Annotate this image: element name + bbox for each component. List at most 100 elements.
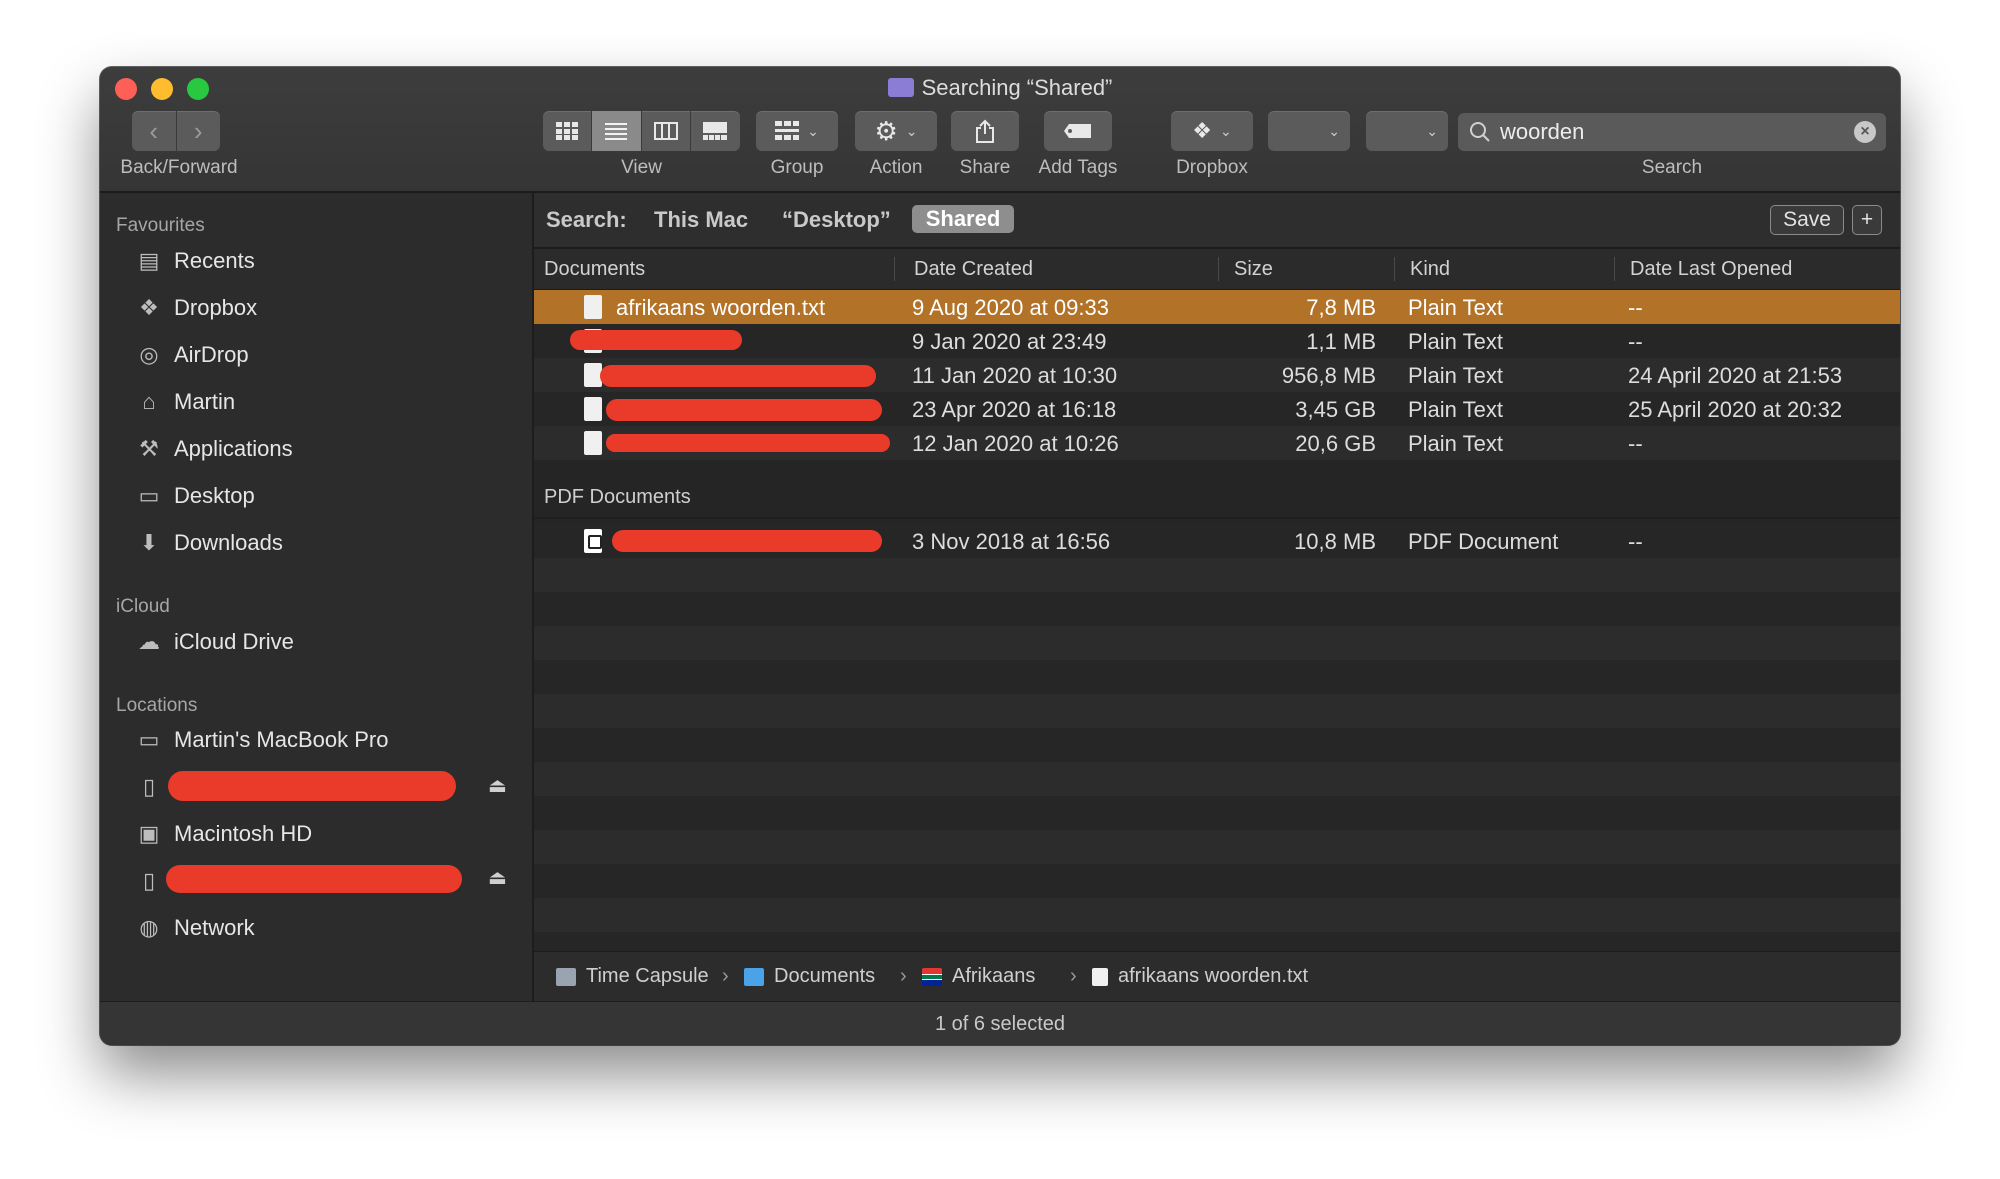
redaction-mark (600, 365, 876, 387)
path-chevron-icon: › (722, 965, 729, 987)
sidebar-item-airdrop[interactable]: ◎ AirDrop (134, 337, 248, 373)
table-row[interactable]: afrikaans woorden.txt 9 Aug 2020 at 09:3… (534, 290, 1900, 324)
chevron-down-icon: ⌄ (1426, 122, 1438, 139)
back-forward-control: ‹ › (132, 111, 220, 151)
airdrop-icon: ◎ (139, 342, 159, 367)
empty-row (534, 830, 1900, 864)
date-created: 3 Nov 2018 at 16:56 (912, 529, 1111, 554)
table-row[interactable]: 11 Jan 2020 at 10:30 956,8 MB Plain Text… (534, 358, 1900, 392)
sidebar-section-icloud: iCloud (116, 596, 170, 617)
status-bar: 1 of 6 selected (100, 1001, 1900, 1045)
date-last-opened: -- (1628, 295, 1643, 320)
chevron-down-icon: ⌄ (807, 122, 819, 139)
chevron-down-icon: ⌄ (1328, 122, 1340, 139)
add-criteria-button[interactable]: + (1852, 205, 1882, 235)
back-button[interactable]: ‹ (132, 111, 177, 151)
sidebar-item-desktop[interactable]: ▭ Desktop (134, 478, 255, 514)
path-item-afrikaans[interactable]: Afrikaans (922, 965, 1035, 988)
empty-row (534, 762, 1900, 796)
search-scope-label: Search: (546, 207, 627, 232)
empty-row (534, 898, 1900, 932)
path-chevron-icon: › (1070, 965, 1077, 987)
column-view-icon[interactable] (642, 111, 691, 151)
extension-dropdown-2[interactable]: ⌄ (1366, 111, 1448, 151)
path-item-time-capsule[interactable]: Time Capsule (556, 965, 709, 988)
text-file-icon (584, 431, 602, 455)
finder-window: Searching “Shared” ‹ › Back/Forward View… (100, 67, 1900, 1045)
search-input[interactable] (1498, 118, 1842, 146)
column-divider[interactable] (1614, 257, 1615, 281)
globe-icon: ◍ (139, 915, 159, 940)
column-divider[interactable] (1218, 257, 1219, 281)
table-row[interactable]: 12 Jan 2020 at 10:26 20,6 GB Plain Text … (534, 426, 1900, 460)
scope-this-mac[interactable]: This Mac (654, 207, 748, 233)
sidebar-item-applications[interactable]: ⚒ Applications (134, 431, 293, 467)
sidebar-item-macintosh-hd[interactable]: ▣ Macintosh HD (134, 816, 313, 852)
table-row[interactable]: 9 Jan 2020 at 23:49 1,1 MB Plain Text -- (534, 324, 1900, 358)
empty-row (534, 660, 1900, 694)
file-kind: Plain Text (1408, 295, 1503, 320)
eject-icon[interactable]: ⏏ (488, 773, 507, 798)
laptop-icon: ▭ (138, 727, 160, 752)
forward-button[interactable]: › (177, 111, 221, 151)
search-scope-bar: Search: This Mac “Desktop” Shared Save + (534, 193, 1900, 249)
list-view-icon[interactable] (592, 111, 642, 151)
empty-row (534, 694, 1900, 728)
drive-icon: ▯ (142, 868, 156, 893)
empty-row (534, 796, 1900, 830)
share-button[interactable] (951, 111, 1019, 151)
sidebar-item-dropbox[interactable]: ❖ Dropbox (134, 290, 257, 326)
scope-shared[interactable]: Shared (912, 205, 1014, 233)
column-divider[interactable] (894, 257, 895, 281)
date-created: 23 Apr 2020 at 16:18 (912, 397, 1117, 422)
group-button[interactable]: ⌄ (756, 111, 838, 151)
date-last-opened: 25 April 2020 at 20:32 (1628, 397, 1843, 422)
search-label: Search (1641, 157, 1703, 178)
text-file-icon (584, 295, 602, 319)
eject-icon[interactable]: ⏏ (488, 865, 507, 890)
view-label: View (621, 157, 662, 178)
action-button[interactable]: ⚙ ⌄ (855, 111, 937, 151)
file-size: 10,8 MB (1294, 529, 1376, 554)
column-date-created[interactable]: Date Created (914, 258, 1033, 281)
empty-row (534, 558, 1900, 592)
sidebar-item-network[interactable]: ◍ Network (134, 910, 254, 946)
view-control (543, 111, 740, 151)
sidebar-item-icloud-drive[interactable]: ☁ iCloud Drive (134, 624, 294, 660)
gallery-view-icon[interactable] (691, 111, 740, 151)
sidebar-item-downloads[interactable]: ⬇ Downloads (134, 525, 283, 561)
toolbar: Searching “Shared” ‹ › Back/Forward View… (100, 67, 1900, 193)
sidebar-section-favourites: Favourites (116, 215, 205, 236)
file-name: afrikaans woorden.txt (616, 295, 826, 320)
sidebar-item-martin[interactable]: ⌂ Martin (134, 384, 235, 420)
column-kind[interactable]: Kind (1410, 258, 1450, 281)
column-divider[interactable] (1394, 257, 1395, 281)
group-divider (534, 517, 1900, 519)
dropbox-button[interactable]: ❖ ⌄ (1171, 111, 1253, 151)
add-tags-button[interactable] (1044, 111, 1112, 151)
sidebar-item-macbook-pro[interactable]: ▭ Martin's MacBook Pro (134, 722, 389, 758)
clock-icon: ▤ (138, 248, 160, 273)
sidebar-item-recents[interactable]: ▤ Recents (134, 243, 255, 279)
search-field[interactable]: × (1458, 113, 1886, 151)
path-item-documents[interactable]: Documents (744, 965, 875, 988)
icon-view-icon[interactable] (543, 111, 593, 151)
save-search-button[interactable]: Save (1770, 205, 1844, 235)
column-size[interactable]: Size (1234, 258, 1273, 281)
home-icon: ⌂ (142, 389, 156, 414)
path-chevron-icon: › (900, 965, 907, 987)
group-label: Group (770, 157, 824, 178)
table-row[interactable]: 3 Nov 2018 at 16:56 10,8 MB PDF Document… (534, 524, 1900, 558)
smart-folder-icon (887, 78, 914, 97)
dropbox-label: Dropbox (1176, 157, 1248, 178)
path-item-file[interactable]: afrikaans woorden.txt (1092, 965, 1308, 988)
table-row[interactable]: 23 Apr 2020 at 16:18 3,45 GB Plain Text … (534, 392, 1900, 426)
extension-dropdown-1[interactable]: ⌄ (1268, 111, 1350, 151)
scope-desktop[interactable]: “Desktop” (782, 207, 891, 233)
column-date-last-opened[interactable]: Date Last Opened (1630, 258, 1792, 281)
column-documents[interactable]: Documents (544, 258, 645, 281)
file-size: 7,8 MB (1306, 295, 1376, 320)
file-kind: PDF Document (1408, 529, 1559, 554)
sidebar: Favourites ▤ Recents ❖ Dropbox ◎ AirDrop ⌂ M… (100, 193, 534, 1001)
clear-search-icon[interactable]: × (1854, 121, 1876, 143)
